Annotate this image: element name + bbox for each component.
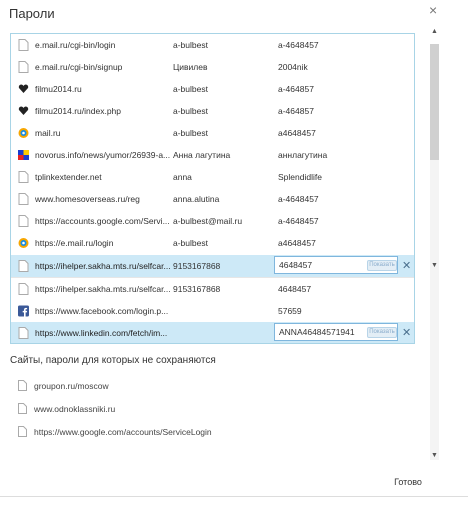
password-row[interactable]: filmu2014.ru/index.php a-bulbest a-46485… xyxy=(11,100,414,122)
delete-icon[interactable]: ✕ xyxy=(402,255,411,277)
row-user: a-bulbest@mail.ru xyxy=(173,216,243,226)
row-user: a-bulbest xyxy=(173,106,208,116)
row-pass: a4648457 xyxy=(278,238,316,248)
show-password-button[interactable]: Показать xyxy=(367,327,397,338)
file-icon xyxy=(18,39,29,51)
row-pass: a4648457 xyxy=(278,128,316,138)
exception-site: groupon.ru/moscow xyxy=(34,381,109,391)
bottom-divider xyxy=(0,496,468,497)
heart-icon xyxy=(18,84,29,93)
dialog-title: Пароли xyxy=(9,6,55,21)
row-user: a-bulbest xyxy=(173,128,208,138)
exception-row[interactable]: https://www.google.com/accounts/ServiceL… xyxy=(10,421,415,443)
novorus-icon xyxy=(18,150,29,160)
file-icon xyxy=(18,403,27,414)
row-site: filmu2014.ru/index.php xyxy=(35,106,122,116)
show-password-button[interactable]: Показать xyxy=(367,260,397,271)
row-pass: a-4648457 xyxy=(278,216,319,226)
row-site: https://e.mail.ru/login xyxy=(35,238,114,248)
row-pass: 4648457 xyxy=(278,284,312,294)
row-pass: a-4648457 xyxy=(278,40,319,50)
row-site: https://www.facebook.com/login.p... xyxy=(35,306,169,316)
row-site: https://ihelper.sakha.mts.ru/selfcar... xyxy=(35,261,171,271)
row-pass: a-4648457 xyxy=(278,194,319,204)
exception-site: www.odnoklassniki.ru xyxy=(34,404,116,414)
exception-site: https://www.google.com/accounts/ServiceL… xyxy=(34,427,212,437)
file-icon xyxy=(18,61,29,73)
file-icon xyxy=(18,260,29,272)
password-row[interactable]: novorus.info/news/yumor/26939-a... Анна … xyxy=(11,144,414,166)
row-user: Анна лагутина xyxy=(173,150,231,160)
heart-icon xyxy=(18,106,29,115)
exception-row[interactable]: www.odnoklassniki.ru xyxy=(10,398,415,420)
list-scroll-down-icon[interactable]: ▼ xyxy=(431,262,438,269)
password-row[interactable]: https://ihelper.sakha.mts.ru/selfcar... … xyxy=(11,278,414,300)
password-row[interactable]: https://www.facebook.com/login.p... 5765… xyxy=(11,300,414,322)
dialog-scroll-down-icon[interactable]: ▼ xyxy=(431,452,438,459)
row-user: anna.alutina xyxy=(173,194,220,204)
row-user: 9153167868 xyxy=(173,284,221,294)
password-list: e.mail.ru/cgi-bin/login a-bulbest a-4648… xyxy=(10,33,415,344)
row-pass: аннлагутина xyxy=(278,150,328,160)
password-value: ANNA46484571941 xyxy=(279,327,355,337)
exception-row[interactable]: groupon.ru/moscow xyxy=(10,375,415,397)
close-icon[interactable]: × xyxy=(429,2,437,18)
row-user: anna xyxy=(173,172,192,182)
row-site: tplinkextender.net xyxy=(35,172,102,182)
password-row[interactable]: www.homesoverseas.ru/reg anna.alutina a-… xyxy=(11,188,414,210)
row-site: https://ihelper.sakha.mts.ru/selfcar... xyxy=(35,284,171,294)
dialog-scrollbar[interactable] xyxy=(430,44,439,460)
row-user: a-bulbest xyxy=(173,40,208,50)
password-row[interactable]: tplinkextender.net anna Splendidlife xyxy=(11,166,414,188)
row-user: 9153167868 xyxy=(173,261,221,271)
delete-icon[interactable]: ✕ xyxy=(402,322,411,343)
row-pass: a-464857 xyxy=(278,106,314,116)
password-row[interactable]: e.mail.ru/cgi-bin/signup Цивилев 2004nik xyxy=(11,56,414,78)
file-icon xyxy=(18,283,29,295)
facebook-icon xyxy=(18,305,29,317)
row-site: novorus.info/news/yumor/26939-a... xyxy=(35,150,171,160)
row-pass: Splendidlife xyxy=(278,172,322,182)
password-row[interactable]: e.mail.ru/cgi-bin/login a-bulbest a-4648… xyxy=(11,34,414,56)
dialog-scrollbar-thumb[interactable] xyxy=(430,44,439,160)
password-field[interactable]: 4648457 Показать xyxy=(274,256,398,274)
row-user: Цивилев xyxy=(173,62,208,72)
row-pass: 2004nik xyxy=(278,62,308,72)
row-site: mail.ru xyxy=(35,128,61,138)
password-row[interactable]: https://accounts.google.com/Servi... a-b… xyxy=(11,210,414,232)
done-button[interactable]: Готово xyxy=(390,475,426,489)
file-icon xyxy=(18,380,27,391)
file-icon xyxy=(18,426,27,437)
password-field[interactable]: ANNA46484571941 Показать xyxy=(274,323,398,341)
exceptions-title: Сайты, пароли для которых не сохраняются xyxy=(10,355,216,366)
row-user: a-bulbest xyxy=(173,238,208,248)
password-value: 4648457 xyxy=(279,260,313,270)
row-user: a-bulbest xyxy=(173,84,208,94)
password-row[interactable]: filmu2014.ru a-bulbest a-464857 xyxy=(11,78,414,100)
row-site: filmu2014.ru xyxy=(35,84,82,94)
row-site: https://accounts.google.com/Servi... xyxy=(35,216,170,226)
password-row-selected[interactable]: https://ihelper.sakha.mts.ru/selfcar... … xyxy=(11,255,414,277)
mail-ru-icon xyxy=(18,238,29,248)
file-icon xyxy=(18,327,29,339)
row-site: e.mail.ru/cgi-bin/login xyxy=(35,40,116,50)
file-icon xyxy=(18,215,29,227)
row-site: e.mail.ru/cgi-bin/signup xyxy=(35,62,123,72)
file-icon xyxy=(18,193,29,205)
file-icon xyxy=(18,171,29,183)
row-pass: 57659 xyxy=(278,306,302,316)
row-site: https://www.linkedin.com/fetch/im... xyxy=(35,328,168,338)
dialog-scroll-up-icon[interactable]: ▲ xyxy=(431,28,438,35)
password-row[interactable]: mail.ru a-bulbest a4648457 xyxy=(11,122,414,144)
password-row-selected[interactable]: https://www.linkedin.com/fetch/im... ANN… xyxy=(11,322,414,343)
row-pass: a-464857 xyxy=(278,84,314,94)
row-site: www.homesoverseas.ru/reg xyxy=(35,194,140,204)
password-row[interactable]: https://e.mail.ru/login a-bulbest a46484… xyxy=(11,232,414,254)
mail-ru-icon xyxy=(18,128,29,138)
